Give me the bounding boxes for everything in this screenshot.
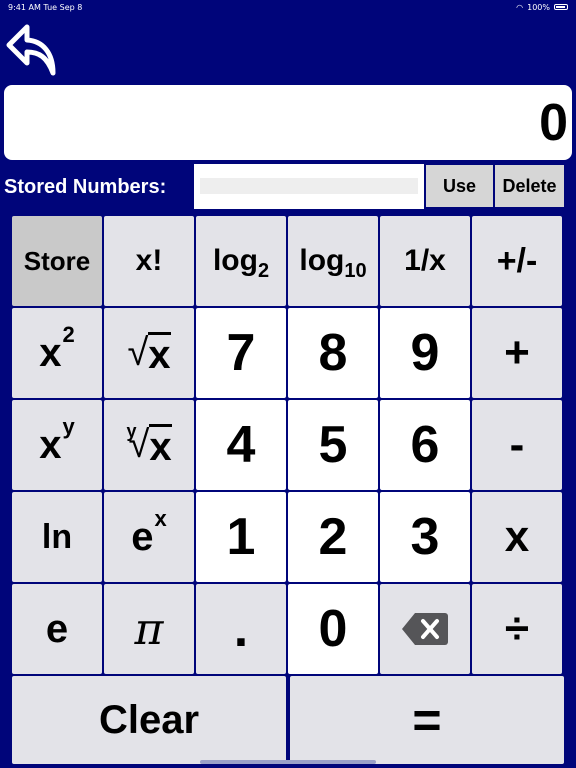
log2-base: 2 bbox=[257, 259, 270, 282]
ln-key[interactable]: ln bbox=[12, 492, 102, 582]
log10-key[interactable]: log 10 bbox=[288, 216, 378, 306]
exp-base: e bbox=[131, 514, 154, 559]
digit-0-key[interactable]: 0 bbox=[288, 584, 378, 674]
backspace-icon bbox=[402, 613, 448, 645]
log2-label: log bbox=[212, 244, 258, 277]
square-key[interactable]: x2 bbox=[12, 308, 102, 398]
nth-root-radicand: x bbox=[149, 423, 172, 469]
factorial-label: x! bbox=[135, 244, 163, 277]
result-display: 0 bbox=[4, 85, 572, 160]
digit-1-key[interactable]: 1 bbox=[196, 492, 286, 582]
power-key[interactable]: xy bbox=[12, 400, 102, 490]
stored-numbers-input[interactable] bbox=[200, 178, 418, 194]
sqrt-symbol: √ bbox=[127, 331, 149, 374]
digit-6-key[interactable]: 6 bbox=[380, 400, 470, 490]
stored-numbers-field[interactable] bbox=[194, 164, 424, 209]
pi-label: π bbox=[134, 603, 164, 655]
display-value: 0 bbox=[539, 93, 568, 152]
store-key-label: Store bbox=[23, 245, 91, 276]
digit-2-key[interactable]: 2 bbox=[288, 492, 378, 582]
reciprocal-key[interactable]: 1/x bbox=[380, 216, 470, 306]
use-button[interactable]: Use bbox=[426, 165, 493, 207]
keypad: Store x! log 2 log 10 1/x +/- x2 √ x 7 8 9 … bbox=[12, 216, 564, 766]
root-index: y bbox=[126, 420, 137, 441]
reciprocal-label: 1/x bbox=[404, 244, 446, 277]
backspace-key[interactable] bbox=[380, 584, 470, 674]
sqrt-radicand: x bbox=[148, 331, 171, 377]
back-arrow-icon bbox=[6, 24, 56, 76]
square-base: x bbox=[39, 330, 62, 375]
multiply-key[interactable]: x bbox=[472, 492, 562, 582]
digit-4-key[interactable]: 4 bbox=[196, 400, 286, 490]
exp-key[interactable]: ex bbox=[104, 492, 194, 582]
plus-key[interactable]: + bbox=[472, 308, 562, 398]
battery-percent: 100% bbox=[527, 2, 550, 12]
minus-key[interactable]: - bbox=[472, 400, 562, 490]
nth-root-key[interactable]: y √ x bbox=[104, 400, 194, 490]
digit-3-key[interactable]: 3 bbox=[380, 492, 470, 582]
home-indicator[interactable] bbox=[200, 760, 376, 764]
store-key[interactable]: Store bbox=[12, 216, 102, 306]
pi-key[interactable]: π bbox=[104, 584, 194, 674]
power-exp: y bbox=[62, 414, 75, 439]
delete-button[interactable]: Delete bbox=[495, 165, 564, 207]
clear-key[interactable]: Clear bbox=[12, 676, 286, 764]
log10-label: log bbox=[299, 244, 345, 277]
digit-8-key[interactable]: 8 bbox=[288, 308, 378, 398]
euler-key[interactable]: e bbox=[12, 584, 102, 674]
battery-icon bbox=[554, 4, 568, 10]
digit-9-key[interactable]: 9 bbox=[380, 308, 470, 398]
equals-key[interactable]: = bbox=[290, 676, 564, 764]
status-bar: 9:41 AM Tue Sep 8 ◠ 100% bbox=[0, 0, 576, 14]
negate-label: +/- bbox=[496, 241, 538, 280]
decimal-key[interactable]: . bbox=[196, 584, 286, 674]
digit-7-key[interactable]: 7 bbox=[196, 308, 286, 398]
back-button[interactable] bbox=[4, 20, 60, 78]
status-time: 9:41 AM Tue Sep 8 bbox=[8, 2, 83, 12]
sqrt-key[interactable]: √ x bbox=[104, 308, 194, 398]
wifi-icon: ◠ bbox=[516, 2, 524, 12]
log2-key[interactable]: log 2 bbox=[196, 216, 286, 306]
digit-5-key[interactable]: 5 bbox=[288, 400, 378, 490]
power-base: x bbox=[39, 422, 62, 467]
negate-key[interactable]: +/- bbox=[472, 216, 562, 306]
factorial-key[interactable]: x! bbox=[104, 216, 194, 306]
exp-power: x bbox=[154, 506, 167, 531]
divide-key[interactable]: ÷ bbox=[472, 584, 562, 674]
square-exp: 2 bbox=[62, 322, 75, 347]
status-right: ◠ 100% bbox=[516, 3, 568, 12]
log10-base: 10 bbox=[344, 259, 367, 282]
stored-numbers-label: Stored Numbers: bbox=[4, 176, 167, 198]
